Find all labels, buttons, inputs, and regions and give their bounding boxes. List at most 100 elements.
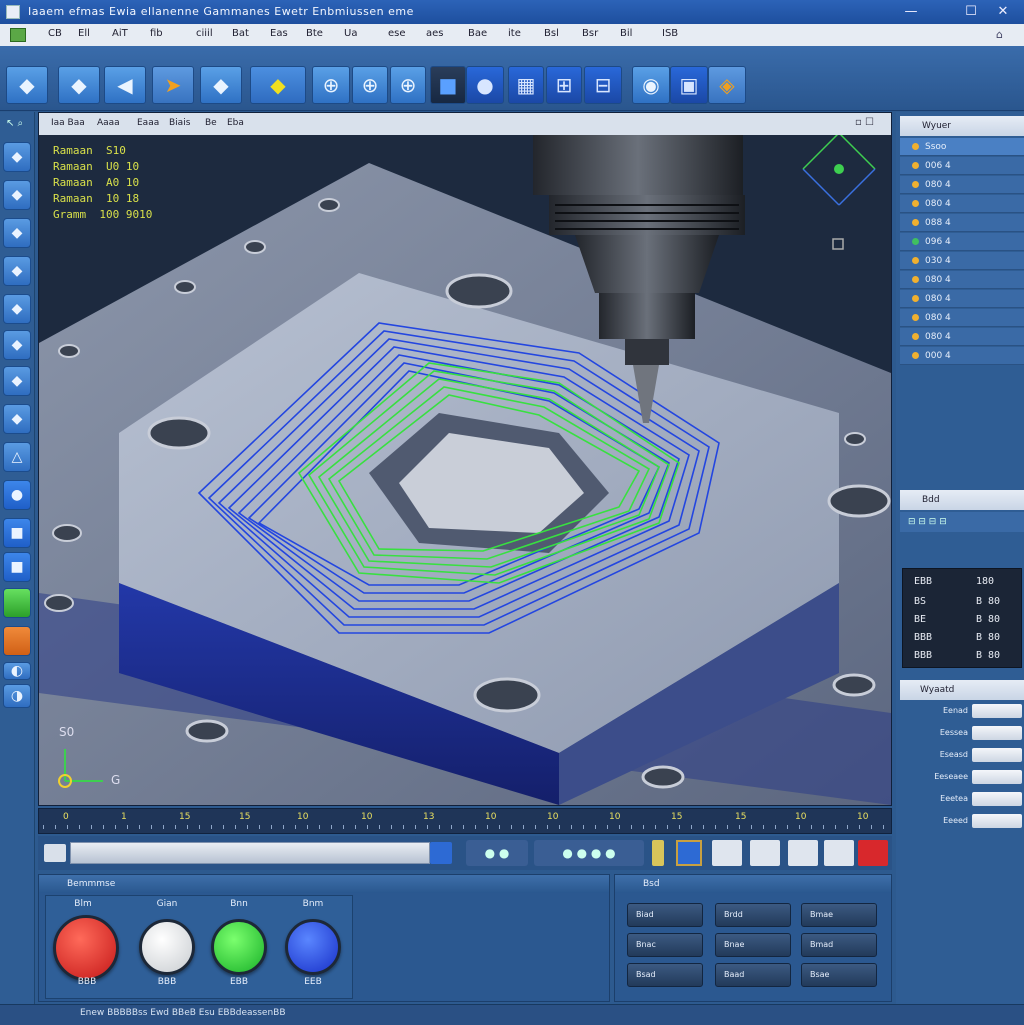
progress-bar[interactable] <box>70 842 430 864</box>
menu-item[interactable]: Ua <box>344 28 357 39</box>
readout-toolbar[interactable]: ⊟ ⊟ ⊟ ⊟ <box>900 512 1024 532</box>
tool-icon[interactable]: ◐ <box>3 662 31 680</box>
tool-icon[interactable]: ◆ <box>3 330 31 360</box>
circle-icon[interactable]: ● <box>466 66 504 104</box>
view-button[interactable] <box>712 840 742 866</box>
diamond-tool-icon[interactable]: ◆ <box>200 66 242 104</box>
op-button[interactable]: Bnac <box>627 933 703 957</box>
orange-tool-icon[interactable] <box>3 626 31 656</box>
layer-row[interactable]: 030 4 <box>900 252 1024 270</box>
view-button[interactable] <box>824 840 854 866</box>
menu-item[interactable]: AiT <box>112 28 128 39</box>
maximize-button[interactable]: ☐ <box>956 2 986 22</box>
menu-item[interactable]: Bil <box>620 28 632 39</box>
view-button[interactable] <box>788 840 818 866</box>
menu-item[interactable]: Bte <box>306 28 323 39</box>
timeline-ruler[interactable]: 0 1 15 15 10 10 13 10 10 10 15 15 10 10 <box>38 808 892 834</box>
white-button[interactable] <box>139 919 195 975</box>
diamond-tool-icon[interactable]: ◆ <box>58 66 100 104</box>
menu-item[interactable]: Bsl <box>544 28 559 39</box>
menu-app-icon[interactable] <box>10 28 26 42</box>
param-field[interactable] <box>972 748 1022 762</box>
layer-row[interactable]: 080 4 <box>900 328 1024 346</box>
view-button[interactable] <box>750 840 780 866</box>
viewport-tab[interactable]: Aaaa <box>97 118 120 128</box>
close-button[interactable]: ✕ <box>988 2 1018 22</box>
tool-icon[interactable]: ◆ <box>3 256 31 286</box>
green-tool-icon[interactable] <box>3 588 31 618</box>
menu-item[interactable]: Bae <box>468 28 487 39</box>
square-tool-icon[interactable]: ■ <box>3 518 31 548</box>
tool-icon[interactable]: ◆ <box>3 180 31 210</box>
tag-icon[interactable]: ◈ <box>708 66 746 104</box>
window-icon[interactable]: ▣ <box>670 66 708 104</box>
stop-button[interactable] <box>53 915 119 981</box>
tool-icon[interactable]: ◆ <box>3 404 31 434</box>
param-field[interactable] <box>972 770 1022 784</box>
viewport-controls-icon[interactable]: ▫ ☐ <box>855 117 874 128</box>
tool-icon[interactable]: ◆ <box>3 366 31 396</box>
op-button[interactable]: Bsad <box>627 963 703 987</box>
stop-icon[interactable]: ■ <box>430 66 466 104</box>
help-icon[interactable]: ⌂ <box>996 28 1003 41</box>
tool-icon[interactable]: ◑ <box>3 684 31 708</box>
chain-link-icon[interactable]: ⊕ <box>352 66 388 104</box>
3d-viewport[interactable]: Iaa Baa Aaaa Eaaa Biais Be Eba ▫ ☐ Ramaa… <box>38 112 892 806</box>
layer-row[interactable]: 000 4 <box>900 347 1024 365</box>
start-button[interactable] <box>211 919 267 975</box>
param-field[interactable] <box>972 792 1022 806</box>
layer-row[interactable]: 080 4 <box>900 290 1024 308</box>
menu-item[interactable]: ese <box>388 28 406 39</box>
tool-icon[interactable]: △ <box>3 442 31 472</box>
layer-row[interactable]: 080 4 <box>900 195 1024 213</box>
param-field[interactable] <box>972 726 1022 740</box>
square-tool-icon[interactable]: ■ <box>3 552 31 582</box>
viewport-scene[interactable] <box>39 113 891 805</box>
snapshot-icon[interactable] <box>676 840 702 866</box>
op-button[interactable]: Baad <box>715 963 791 987</box>
param-field[interactable] <box>972 814 1022 828</box>
grid-icon[interactable]: ▦ <box>508 66 544 104</box>
menu-item[interactable]: CB <box>48 28 62 39</box>
op-button[interactable]: Biad <box>627 903 703 927</box>
menu-item[interactable]: Eas <box>270 28 288 39</box>
blue-button[interactable] <box>285 919 341 975</box>
menu-item[interactable]: Bsr <box>582 28 598 39</box>
param-field[interactable] <box>972 704 1022 718</box>
tool-icon[interactable]: ◆ <box>3 294 31 324</box>
arrow-right-icon[interactable]: ➤ <box>152 66 194 104</box>
arrow-left-icon[interactable]: ◀ <box>104 66 146 104</box>
measure-icon[interactable]: ⊞ <box>546 66 582 104</box>
op-button[interactable]: Bnae <box>715 933 791 957</box>
layer-row[interactable]: 080 4 <box>900 176 1024 194</box>
layer-row[interactable]: 080 4 <box>900 271 1024 289</box>
op-button[interactable]: Bsae <box>801 963 877 987</box>
layer-row[interactable]: 006 4 <box>900 157 1024 175</box>
menu-item[interactable]: ite <box>508 28 521 39</box>
menu-item[interactable]: Ell <box>78 28 90 39</box>
tool-icon[interactable]: ◆ <box>3 142 31 172</box>
chain-link-icon[interactable]: ⊕ <box>390 66 426 104</box>
folder-icon[interactable] <box>44 844 66 862</box>
viewport-tab[interactable]: Biais <box>169 118 190 128</box>
viewport-tab[interactable]: Iaa Baa <box>51 118 85 128</box>
panel-icon[interactable]: ⊟ <box>584 66 622 104</box>
diamond-tool-icon[interactable]: ◆ <box>6 66 48 104</box>
menu-item[interactable]: ISB <box>662 28 678 39</box>
menu-item[interactable]: aes <box>426 28 444 39</box>
tool-icon[interactable]: ◆ <box>3 218 31 248</box>
progress-end-icon[interactable] <box>430 842 452 864</box>
op-button[interactable]: Bmae <box>801 903 877 927</box>
globe-icon[interactable]: ◉ <box>632 66 670 104</box>
chain-link-icon[interactable]: ⊕ <box>312 66 350 104</box>
minimize-button[interactable]: — <box>896 2 926 22</box>
menu-item[interactable]: fib <box>150 28 163 39</box>
marker-icon[interactable] <box>652 840 664 866</box>
circle-tool-icon[interactable]: ● <box>3 480 31 510</box>
record-button[interactable] <box>858 840 888 866</box>
layer-row[interactable]: Ssoo <box>900 138 1024 156</box>
step-buttons[interactable]: ● ● <box>466 840 528 866</box>
viewport-tab[interactable]: Be <box>205 118 217 128</box>
playback-buttons[interactable]: ● ● ● ● <box>534 840 644 866</box>
viewport-tab[interactable]: Eaaa <box>137 118 159 128</box>
